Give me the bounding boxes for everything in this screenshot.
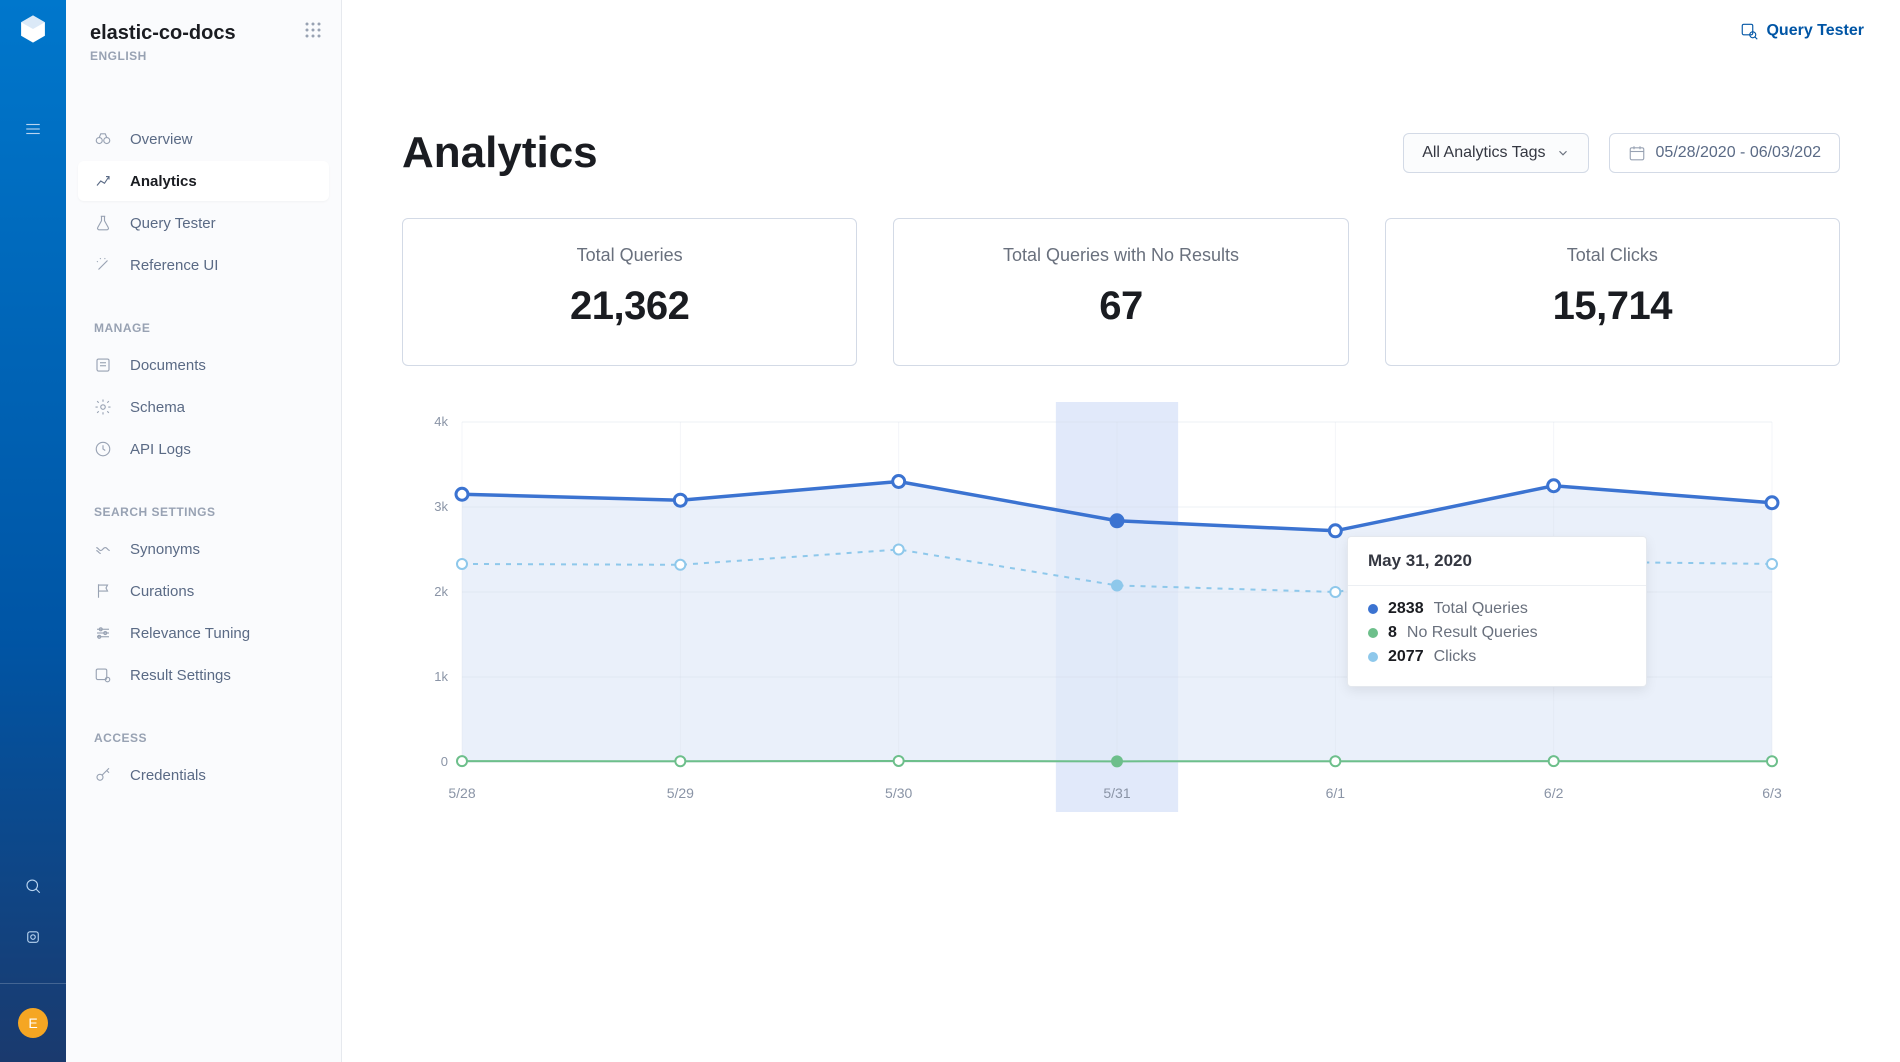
- sliders-icon: [94, 624, 114, 642]
- tooltip-label: Clicks: [1434, 648, 1477, 666]
- card-total-queries: Total Queries 21,362: [402, 218, 857, 366]
- svg-text:2k: 2k: [434, 584, 448, 599]
- sidebar: elastic-co-docs ENGLISH Overview Analyti…: [66, 0, 342, 1062]
- tooltip-value: 2838: [1388, 600, 1424, 618]
- waves-icon: [94, 540, 114, 558]
- query-tester-link[interactable]: Query Tester: [1740, 22, 1864, 40]
- sidebar-item-label: Reference UI: [130, 257, 218, 274]
- svg-text:5/31: 5/31: [1103, 785, 1130, 801]
- hamburger-icon[interactable]: [24, 120, 42, 143]
- card-label: Total Queries: [403, 245, 856, 266]
- query-tester-label: Query Tester: [1766, 22, 1864, 40]
- tooltip-value: 8: [1388, 624, 1397, 642]
- documents-icon: [94, 356, 114, 374]
- sidebar-item-label: Documents: [130, 357, 206, 374]
- left-rail: E: [0, 0, 66, 1062]
- engine-name: elastic-co-docs: [90, 22, 236, 45]
- sidebar-item-label: Relevance Tuning: [130, 625, 250, 642]
- card-label: Total Clicks: [1386, 245, 1839, 266]
- card-value: 21,362: [403, 284, 856, 329]
- card-label: Total Queries with No Results: [894, 245, 1347, 266]
- clock-icon: [94, 440, 114, 458]
- card-total-clicks: Total Clicks 15,714: [1385, 218, 1840, 366]
- logo-icon: [16, 12, 50, 46]
- sidebar-item-curations[interactable]: Curations: [78, 571, 329, 611]
- sidebar-item-reference-ui[interactable]: Reference UI: [78, 245, 329, 285]
- svg-text:6/2: 6/2: [1544, 785, 1564, 801]
- engine-language: ENGLISH: [90, 49, 236, 63]
- tooltip-row: 2077 Clicks: [1368, 648, 1626, 666]
- analytics-chart[interactable]: 0 1k 2k 3k 4k 5/28 5/29 5/30 5/31 6/1 6/2 6/3 May 3…: [402, 402, 1840, 812]
- sidebar-item-label: Result Settings: [130, 667, 231, 684]
- section-manage-title: MANAGE: [78, 321, 329, 335]
- binoculars-icon: [94, 130, 114, 148]
- sidebar-item-schema[interactable]: Schema: [78, 387, 329, 427]
- card-value: 67: [894, 284, 1347, 329]
- svg-text:0: 0: [441, 754, 448, 769]
- apps-grid-icon[interactable]: [305, 22, 321, 43]
- tags-filter-dropdown[interactable]: All Analytics Tags: [1403, 133, 1588, 173]
- date-range-value: 05/28/2020 - 06/03/202: [1656, 144, 1821, 162]
- search-icon[interactable]: [24, 877, 42, 900]
- sidebar-item-label: Credentials: [130, 767, 206, 784]
- sidebar-item-label: Curations: [130, 583, 194, 600]
- tooltip-row: 2838 Total Queries: [1368, 600, 1626, 618]
- query-tester-icon: [1740, 22, 1758, 40]
- sidebar-item-documents[interactable]: Documents: [78, 345, 329, 385]
- sidebar-item-analytics[interactable]: Analytics: [78, 161, 329, 201]
- sidebar-item-query-tester[interactable]: Query Tester: [78, 203, 329, 243]
- analytics-icon: [94, 172, 114, 190]
- date-range-picker[interactable]: 05/28/2020 - 06/03/202: [1609, 133, 1840, 173]
- community-icon[interactable]: [24, 928, 42, 951]
- sidebar-item-result-settings[interactable]: Result Settings: [78, 655, 329, 695]
- section-access-title: ACCESS: [78, 731, 329, 745]
- tags-filter-label: All Analytics Tags: [1422, 144, 1545, 162]
- svg-text:5/30: 5/30: [885, 785, 912, 801]
- tooltip-dot: [1368, 604, 1378, 614]
- tooltip-value: 2077: [1388, 648, 1424, 666]
- svg-text:6/3: 6/3: [1762, 785, 1782, 801]
- tooltip-label: No Result Queries: [1407, 624, 1538, 642]
- main: Query Tester Analytics All Analytics Tag…: [342, 0, 1900, 1062]
- calendar-icon: [1628, 144, 1646, 162]
- chevron-down-icon: [1556, 146, 1570, 160]
- svg-text:1k: 1k: [434, 669, 448, 684]
- sidebar-item-synonyms[interactable]: Synonyms: [78, 529, 329, 569]
- card-no-results: Total Queries with No Results 67: [893, 218, 1348, 366]
- svg-text:6/1: 6/1: [1326, 785, 1346, 801]
- wand-icon: [94, 256, 114, 274]
- sidebar-item-label: Query Tester: [130, 215, 216, 232]
- svg-text:5/28: 5/28: [448, 785, 475, 801]
- sidebar-item-credentials[interactable]: Credentials: [78, 755, 329, 795]
- sidebar-item-label: Schema: [130, 399, 185, 416]
- list-gear-icon: [94, 666, 114, 684]
- tooltip-date: May 31, 2020: [1348, 537, 1646, 586]
- sidebar-item-label: Synonyms: [130, 541, 200, 558]
- card-value: 15,714: [1386, 284, 1839, 329]
- svg-text:3k: 3k: [434, 499, 448, 514]
- tooltip-dot: [1368, 628, 1378, 638]
- key-icon: [94, 766, 114, 784]
- sidebar-item-label: Overview: [130, 131, 193, 148]
- page-title: Analytics: [402, 128, 598, 178]
- user-avatar[interactable]: E: [18, 1008, 48, 1038]
- flask-icon: [94, 214, 114, 232]
- chart-tooltip: May 31, 2020 2838 Total Queries 8 No Res…: [1347, 536, 1647, 687]
- sidebar-item-overview[interactable]: Overview: [78, 119, 329, 159]
- svg-text:4k: 4k: [434, 414, 448, 429]
- sidebar-item-label: API Logs: [130, 441, 191, 458]
- tooltip-dot: [1368, 652, 1378, 662]
- flag-icon: [94, 582, 114, 600]
- sidebar-item-api-logs[interactable]: API Logs: [78, 429, 329, 469]
- tooltip-row: 8 No Result Queries: [1368, 624, 1626, 642]
- tooltip-label: Total Queries: [1434, 600, 1528, 618]
- section-search-settings-title: SEARCH SETTINGS: [78, 505, 329, 519]
- sidebar-item-label: Analytics: [130, 173, 197, 190]
- gear-icon: [94, 398, 114, 416]
- svg-text:5/29: 5/29: [667, 785, 694, 801]
- sidebar-item-relevance-tuning[interactable]: Relevance Tuning: [78, 613, 329, 653]
